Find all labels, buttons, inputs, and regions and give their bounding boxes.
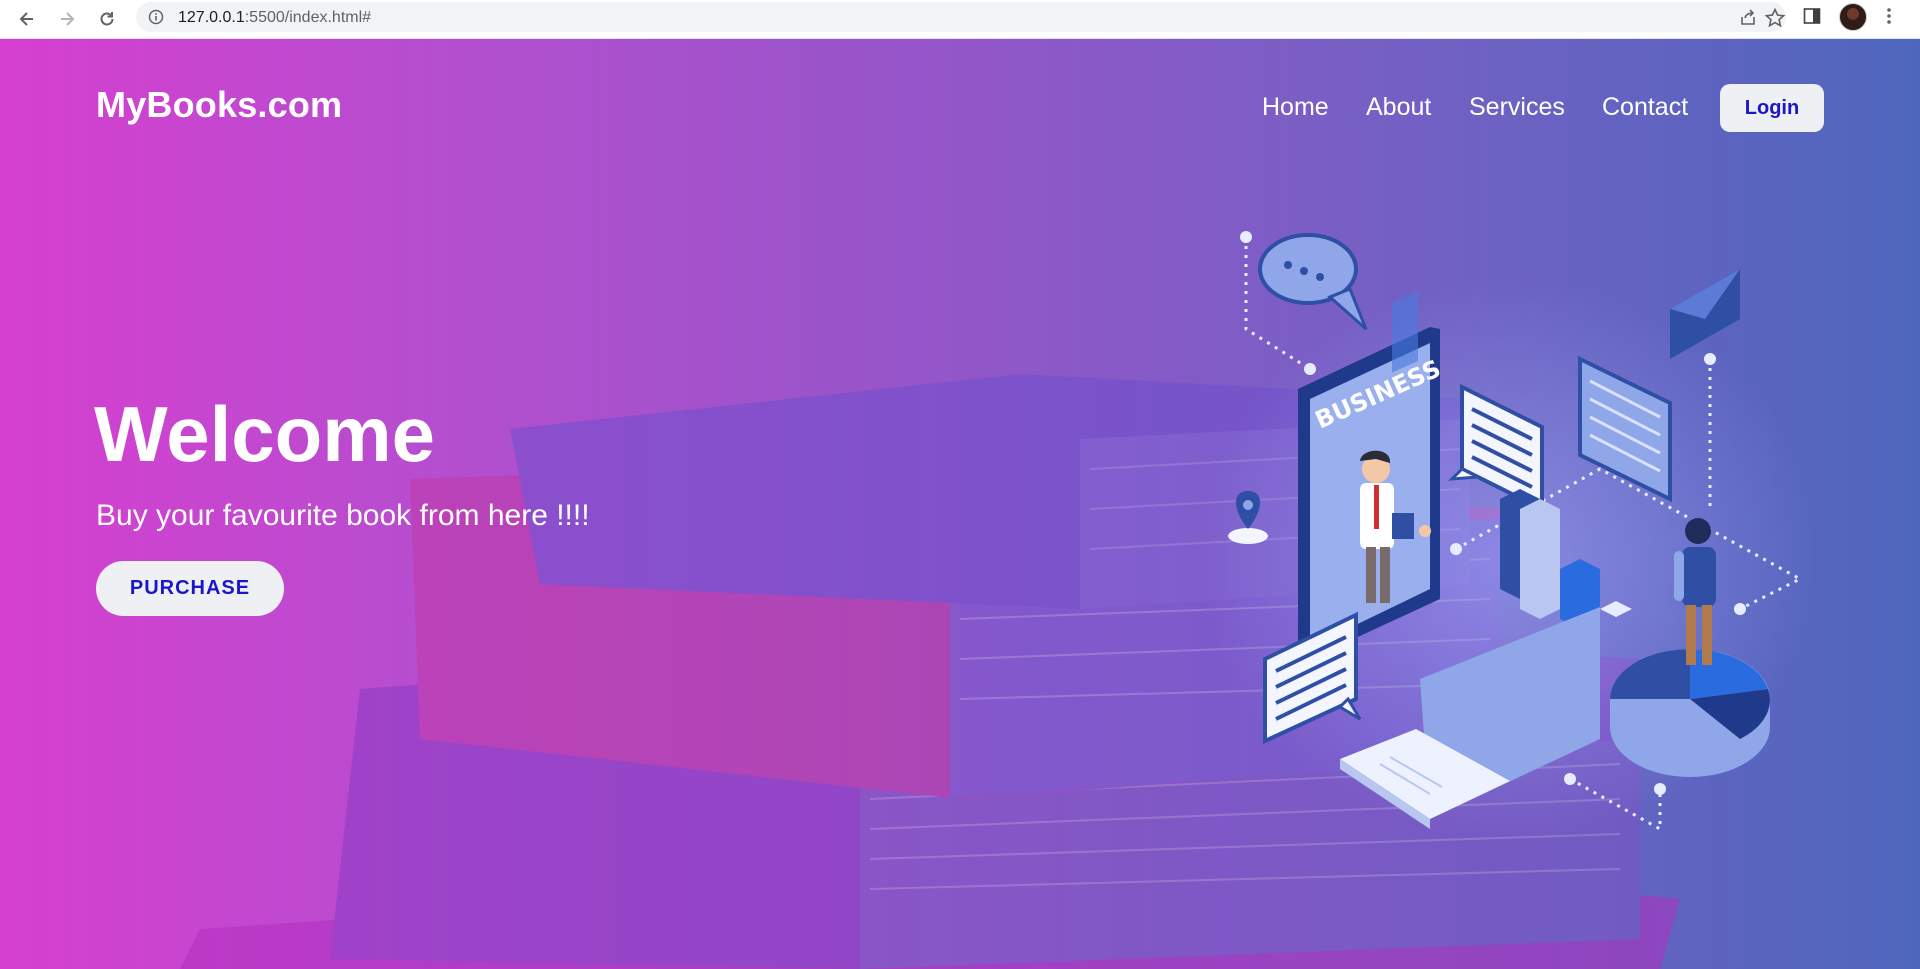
reload-icon[interactable] bbox=[92, 4, 122, 34]
url-path: :5500/index.html# bbox=[244, 9, 372, 26]
nav-link-about[interactable]: About bbox=[1366, 93, 1431, 122]
login-button[interactable]: Login bbox=[1720, 84, 1824, 132]
kebab-menu-icon[interactable] bbox=[1885, 6, 1893, 31]
main-nav: Home About Services Contact bbox=[0, 93, 1920, 133]
browser-toolbar: 127.0.0.1:5500/index.html# bbox=[0, 0, 1920, 39]
info-icon[interactable] bbox=[148, 9, 164, 30]
side-panel-icon[interactable] bbox=[1802, 6, 1822, 31]
star-icon[interactable] bbox=[1764, 7, 1786, 34]
back-arrow-icon[interactable] bbox=[12, 4, 42, 34]
url-text[interactable]: 127.0.0.1:5500/index.html# bbox=[178, 9, 371, 27]
hero-subtitle: Buy your favourite book from here !!!! bbox=[96, 499, 590, 532]
forward-arrow-icon[interactable] bbox=[52, 4, 82, 34]
nav-link-contact[interactable]: Contact bbox=[1602, 93, 1688, 122]
nav-link-services[interactable]: Services bbox=[1469, 93, 1565, 122]
purchase-button[interactable]: PURCHASE bbox=[96, 561, 284, 616]
share-icon[interactable] bbox=[1738, 8, 1758, 33]
nav-link-home[interactable]: Home bbox=[1262, 93, 1329, 122]
hero-title: Welcome bbox=[94, 390, 436, 478]
url-host: 127.0.0.1 bbox=[178, 9, 245, 26]
hero-section: MyBooks.com Home About Services Contact … bbox=[0, 39, 1920, 969]
address-bar[interactable]: 127.0.0.1:5500/index.html# bbox=[136, 2, 1786, 32]
profile-avatar[interactable] bbox=[1839, 3, 1867, 31]
business-illustration: BUSINESS bbox=[1200, 231, 1820, 839]
